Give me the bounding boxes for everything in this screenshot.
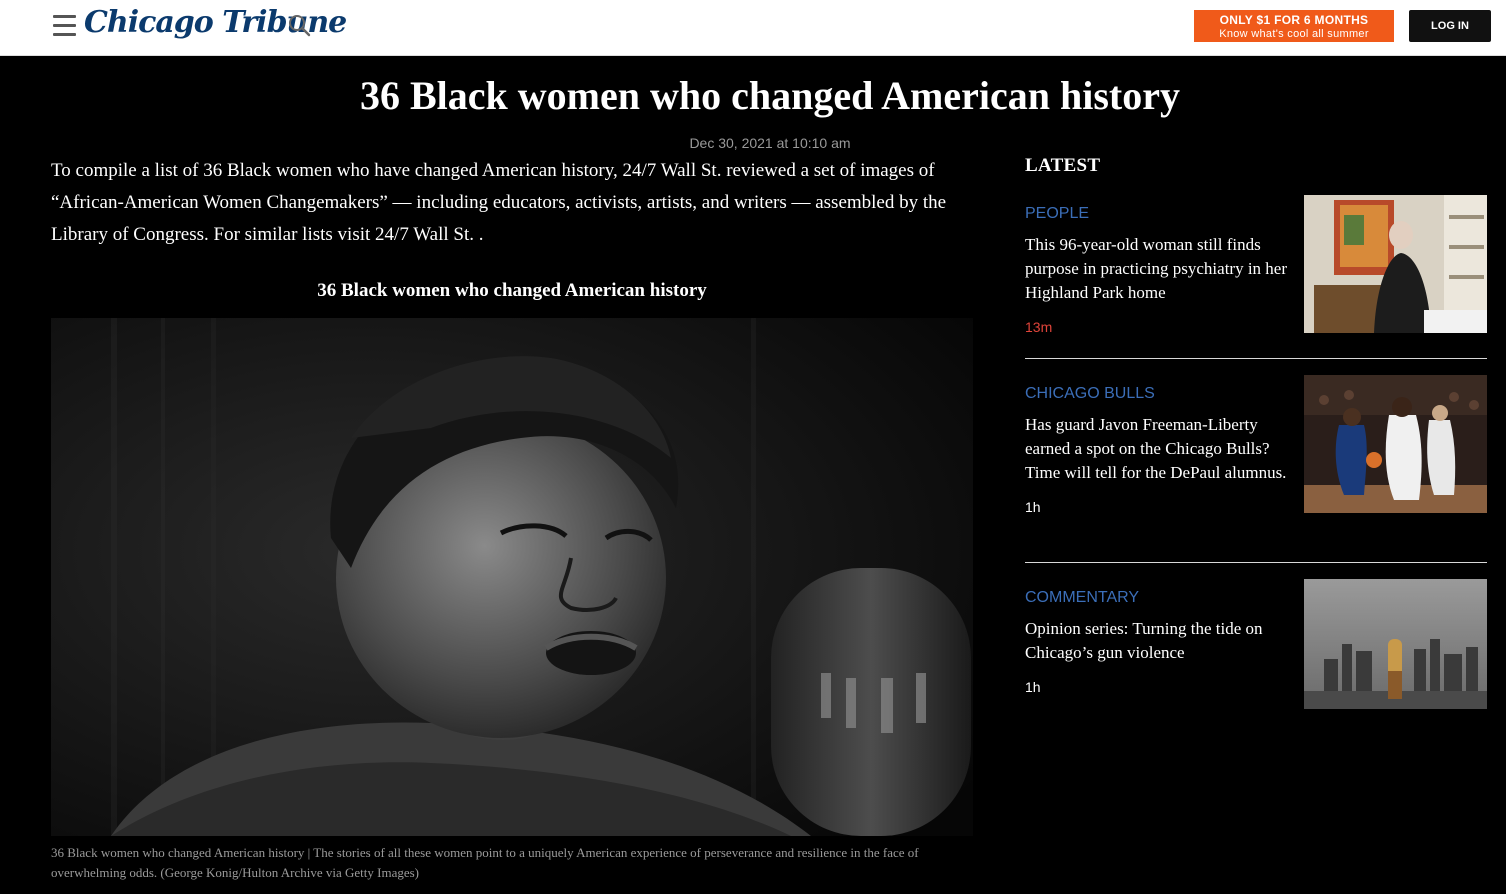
article-date: Dec 30, 2021 at 10:10 am <box>689 135 851 151</box>
divider <box>1025 562 1487 563</box>
thumbnail-image[interactable] <box>1304 579 1487 717</box>
latest-heading: LATEST <box>1025 155 1101 176</box>
article-intro: To compile a list of 36 Black women who … <box>51 160 947 245</box>
latest-item[interactable]: COMMENTARY Opinion series: Turning the t… <box>1025 579 1487 709</box>
latest-item[interactable]: CHICAGO BULLS Has guard Javon Freeman-Li… <box>1025 375 1487 515</box>
divider <box>1025 358 1487 359</box>
article-photo[interactable] <box>51 318 973 836</box>
login-button[interactable]: LOG IN <box>1409 10 1491 42</box>
article-headline: 36 Black women who changed American hist… <box>360 73 1180 118</box>
thumbnail-image[interactable] <box>1304 375 1487 513</box>
thumbnail-image[interactable] <box>1304 195 1487 333</box>
subscribe-promo-button[interactable]: ONLY $1 FOR 6 MONTHS Know what's cool al… <box>1194 10 1394 42</box>
gallery-title: 36 Black women who changed American hist… <box>317 280 707 301</box>
photo-caption: 36 Black women who changed American hist… <box>51 845 919 880</box>
headline-link[interactable]: Opinion series: Turning the tide on Chic… <box>1025 617 1290 665</box>
search-icon[interactable] <box>287 13 311 37</box>
headline-link[interactable]: Has guard Javon Freeman-Liberty earned a… <box>1025 413 1290 485</box>
headline-link[interactable]: This 96-year-old woman still finds purpo… <box>1025 233 1290 305</box>
latest-item[interactable]: PEOPLE This 96-year-old woman still find… <box>1025 195 1487 335</box>
promo-offer-text: ONLY $1 FOR 6 MONTHS <box>1219 13 1369 27</box>
menu-icon[interactable] <box>53 15 76 37</box>
site-header: Chicago Tribune ONLY $1 FOR 6 MONTHS Kno… <box>0 0 1506 56</box>
promo-tagline-text: Know what's cool all summer <box>1219 28 1369 40</box>
